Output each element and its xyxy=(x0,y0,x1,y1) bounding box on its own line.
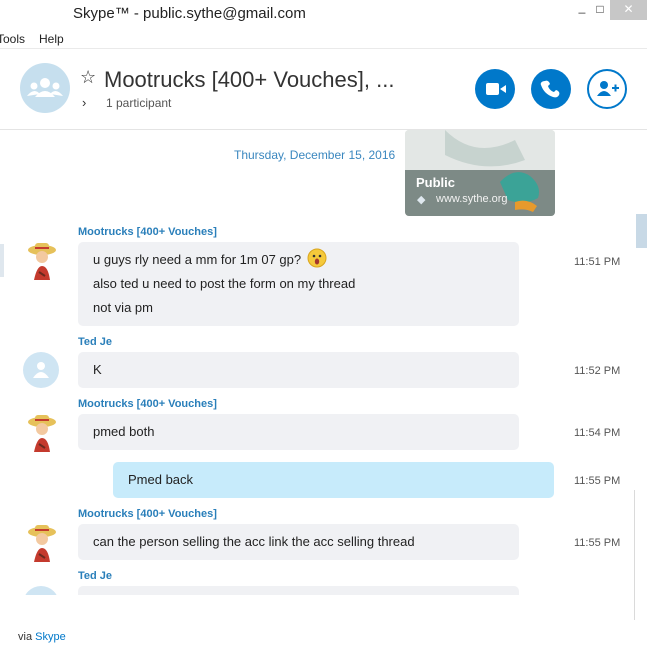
avatar[interactable] xyxy=(23,586,59,595)
straw-hat-avatar-icon xyxy=(28,243,56,280)
link-preview-card[interactable]: Public ◆ www.sythe.org xyxy=(405,130,555,216)
message-bubble[interactable]: can the person selling the acc link the … xyxy=(78,524,519,560)
shield-icon: ◆ xyxy=(417,194,426,206)
message-text: u guys rly need a mm for 1m 07 gp? xyxy=(93,252,302,267)
window-title: Skype™ - public.sythe@gmail.com xyxy=(73,5,306,22)
straw-hat-avatar-icon xyxy=(28,415,56,452)
surprised-emoji-icon xyxy=(307,248,327,268)
footer: via Skype xyxy=(0,620,647,649)
menu-bar: Tools Help xyxy=(0,30,647,49)
message-text: pmed both xyxy=(93,424,155,439)
user-silhouette-icon xyxy=(33,362,49,378)
chat-title[interactable]: Mootrucks [400+ Vouches], ... xyxy=(104,67,394,93)
minimize-button[interactable]: _ xyxy=(572,0,592,20)
title-bar: Skype™ - public.sythe@gmail.com _ □ ✕ xyxy=(0,0,647,28)
outgoing-message-bubble[interactable]: Pmed back xyxy=(113,462,554,498)
message-time: 11:51 PM xyxy=(574,256,621,268)
chat-header: ☆ Mootrucks [400+ Vouches], ... › 1 part… xyxy=(0,49,647,130)
date-separator: Thursday, December 15, 2016 xyxy=(234,148,396,162)
avatar[interactable] xyxy=(23,410,61,452)
avatar[interactable] xyxy=(23,238,61,280)
add-participant-button[interactable] xyxy=(587,69,627,109)
minimize-icon: _ xyxy=(578,0,586,14)
message-bubble[interactable]: u guys rly need a mm for 1m 07 gp? also … xyxy=(78,242,519,326)
video-call-icon xyxy=(486,83,506,95)
add-participant-icon xyxy=(597,81,619,96)
message-bubble[interactable] xyxy=(78,586,519,595)
via-label: via Skype xyxy=(18,631,66,643)
audio-call-button[interactable] xyxy=(531,69,571,109)
video-call-button[interactable] xyxy=(475,69,515,109)
message-sender[interactable]: Mootrucks [400+ Vouches] xyxy=(78,508,217,520)
close-icon: ✕ xyxy=(623,2,634,16)
message-text: also ted u need to post the form on my t… xyxy=(93,276,356,291)
message-text: can the person selling the acc link the … xyxy=(93,534,415,549)
message-sender[interactable]: Ted Je xyxy=(78,336,112,348)
skype-link[interactable]: Skype xyxy=(35,631,66,643)
message-time: 11:55 PM xyxy=(574,537,621,549)
message-sender[interactable]: Ted Je xyxy=(78,570,112,582)
straw-hat-avatar-icon xyxy=(28,525,56,562)
menu-tools[interactable]: Tools xyxy=(0,32,25,46)
card-title: Public xyxy=(416,175,456,190)
group-avatar[interactable] xyxy=(20,63,70,113)
chevron-right-icon[interactable]: › xyxy=(82,95,86,110)
conversation-area[interactable]: Public ◆ www.sythe.org Thursday, Decembe… xyxy=(0,130,647,595)
star-icon[interactable]: ☆ xyxy=(80,67,96,88)
message-text: K xyxy=(93,362,102,377)
close-button[interactable]: ✕ xyxy=(610,0,647,20)
message-bubble[interactable]: K xyxy=(78,352,519,388)
message-sender[interactable]: Mootrucks [400+ Vouches] xyxy=(78,226,217,238)
message-text: not via pm xyxy=(93,300,153,315)
participants-count[interactable]: 1 participant xyxy=(106,96,171,110)
left-pane-edge xyxy=(0,244,4,277)
message-bubble[interactable]: pmed both xyxy=(78,414,519,450)
scrollbar-thumb[interactable] xyxy=(636,214,647,248)
message-time: 11:54 PM xyxy=(574,427,621,439)
card-url[interactable]: www.sythe.org xyxy=(436,193,508,205)
maximize-icon: □ xyxy=(596,2,604,16)
maximize-button[interactable]: □ xyxy=(590,2,610,22)
group-avatar-icon xyxy=(27,78,63,97)
message-text: Pmed back xyxy=(128,472,194,487)
message-time: 11:55 PM xyxy=(574,475,621,487)
message-time: 11:52 PM xyxy=(574,365,621,377)
avatar[interactable] xyxy=(23,520,61,562)
menu-help[interactable]: Help xyxy=(39,32,64,46)
avatar[interactable] xyxy=(23,352,59,388)
message-sender[interactable]: Mootrucks [400+ Vouches] xyxy=(78,398,217,410)
phone-call-icon xyxy=(540,80,560,98)
